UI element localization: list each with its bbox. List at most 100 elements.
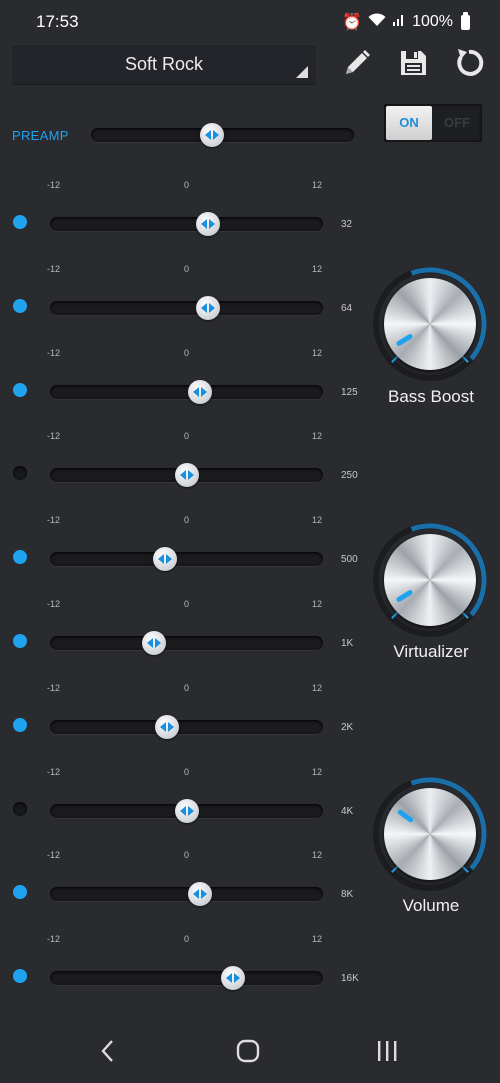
scale-max-label: 12 [312,180,323,190]
scale-max-label: 12 [312,766,323,777]
band-slider-thumb-1K[interactable] [141,631,166,655]
band-toggle-125[interactable] [13,382,27,397]
scale-mid-label: 0 [184,180,190,190]
band-slider-thumb-250[interactable] [174,463,199,488]
band-toggle-250[interactable] [13,466,27,481]
band-slider-track-500[interactable] [50,547,323,572]
scale-min-label: -12 [47,347,61,358]
band-slider-thumb-8K[interactable] [188,882,213,907]
band-slider-track-1K[interactable] [50,631,323,655]
dropdown-caret-icon [296,66,308,78]
band-slider-track-125[interactable] [50,379,323,404]
scale-mid-label: 0 [184,766,190,777]
power-toggle[interactable]: ON OFF [384,104,482,142]
band-frequency-label: 2K [341,721,354,733]
back-icon[interactable] [98,1038,118,1069]
preamp-label: PREAMP [12,128,69,143]
scale-min-label: -12 [47,850,61,861]
band-toggle-2K[interactable] [13,717,27,732]
bass-boost-knob-cap [384,278,476,370]
recents-icon[interactable] [374,1038,400,1069]
band-toggle-16K[interactable] [13,969,27,984]
volume-knob-cap [384,788,476,880]
scale-min-label: -12 [47,431,61,442]
scale-min-label: -12 [47,599,61,609]
battery-percent: 100% [412,13,453,30]
band-slider-thumb-500[interactable] [152,547,177,572]
band-slider-track-8K[interactable] [50,882,323,907]
alarm-icon: ⏰ [342,14,363,31]
scale-mid-label: 0 [184,682,190,693]
navigation-bar [0,1018,500,1083]
preamp-slider-thumb[interactable] [199,123,224,147]
volume-label: Volume [402,896,460,915]
band-frequency-label: 32 [341,219,353,230]
scale-mid-label: 0 [184,515,190,526]
scale-min-label: -12 [47,682,61,693]
band-toggle-1K[interactable] [13,634,27,648]
preamp-slider-track[interactable] [91,123,354,147]
scale-mid-label: 0 [184,347,190,358]
band-slider-track-4K[interactable] [50,798,323,823]
band-slider-track-2K[interactable] [50,714,323,739]
status-bar: 17:53 ⏰ 100% [0,0,500,44]
band-slider-thumb-16K[interactable] [220,966,245,991]
band-toggle-32[interactable] [13,215,27,229]
bass-boost-label: Bass Boost [388,387,474,406]
scale-max-label: 12 [312,599,323,609]
band-frequency-label: 1K [341,638,354,649]
band-frequency-label: 64 [341,302,353,314]
scale-max-label: 12 [312,431,323,442]
preset-name: Soft Rock [124,54,204,74]
scale-min-label: -12 [47,934,61,945]
band-toggle-64[interactable] [13,298,27,313]
band-slider-track-32[interactable] [50,212,323,236]
band-frequency-label: 250 [341,470,358,482]
virtualizer-label: Virtualizer [393,642,469,661]
band-slider-track-64[interactable] [50,295,323,320]
status-icons: ⏰ 100% [342,11,470,32]
band-slider-thumb-32[interactable] [196,212,221,236]
scale-mid-label: 0 [184,934,190,945]
on-button[interactable]: ON [386,106,432,140]
band-slider-thumb-64[interactable] [196,295,221,320]
save-icon[interactable] [396,46,430,80]
scale-mid-label: 0 [184,599,190,609]
band-frequency-label: 8K [341,889,354,901]
volume-knob[interactable] [372,776,490,894]
pencil-icon[interactable] [340,46,374,80]
virtualizer-knob-cap [384,534,476,626]
band-slider-track-16K[interactable] [50,966,323,991]
band-toggle-4K[interactable] [13,801,27,816]
band-slider-thumb-125[interactable] [188,379,213,404]
band-slider-thumb-4K[interactable] [174,798,199,823]
band-toggle-500[interactable] [13,550,27,565]
scale-mid-label: 0 [184,850,190,861]
scale-min-label: -12 [47,180,61,190]
battery-icon [461,11,470,30]
scale-max-label: 12 [312,515,323,526]
bass-boost-knob[interactable] [372,266,490,384]
scale-min-label: -12 [47,263,61,274]
band-frequency-label: 125 [341,386,358,398]
status-time: 17:53 [36,12,79,31]
scale-min-label: -12 [47,515,61,526]
band-frequency-label: 500 [341,554,358,566]
scale-min-label: -12 [47,766,61,777]
scale-mid-label: 0 [184,263,190,274]
scale-mid-label: 0 [184,431,190,442]
scale-max-label: 12 [312,682,323,693]
band-frequency-label: 4K [341,805,354,817]
reset-icon[interactable] [452,46,486,80]
wifi-icon [368,12,386,32]
band-slider-thumb-2K[interactable] [155,714,180,739]
virtualizer-knob[interactable] [372,522,490,640]
scale-max-label: 12 [312,934,323,945]
scale-max-label: 12 [312,850,323,861]
signal-icon [392,13,406,32]
band-slider-track-250[interactable] [50,463,323,488]
home-icon[interactable] [235,1038,261,1069]
off-button[interactable]: OFF [434,106,480,140]
preset-dropdown[interactable]: Soft Rock [12,44,316,85]
band-toggle-8K[interactable] [13,885,27,900]
